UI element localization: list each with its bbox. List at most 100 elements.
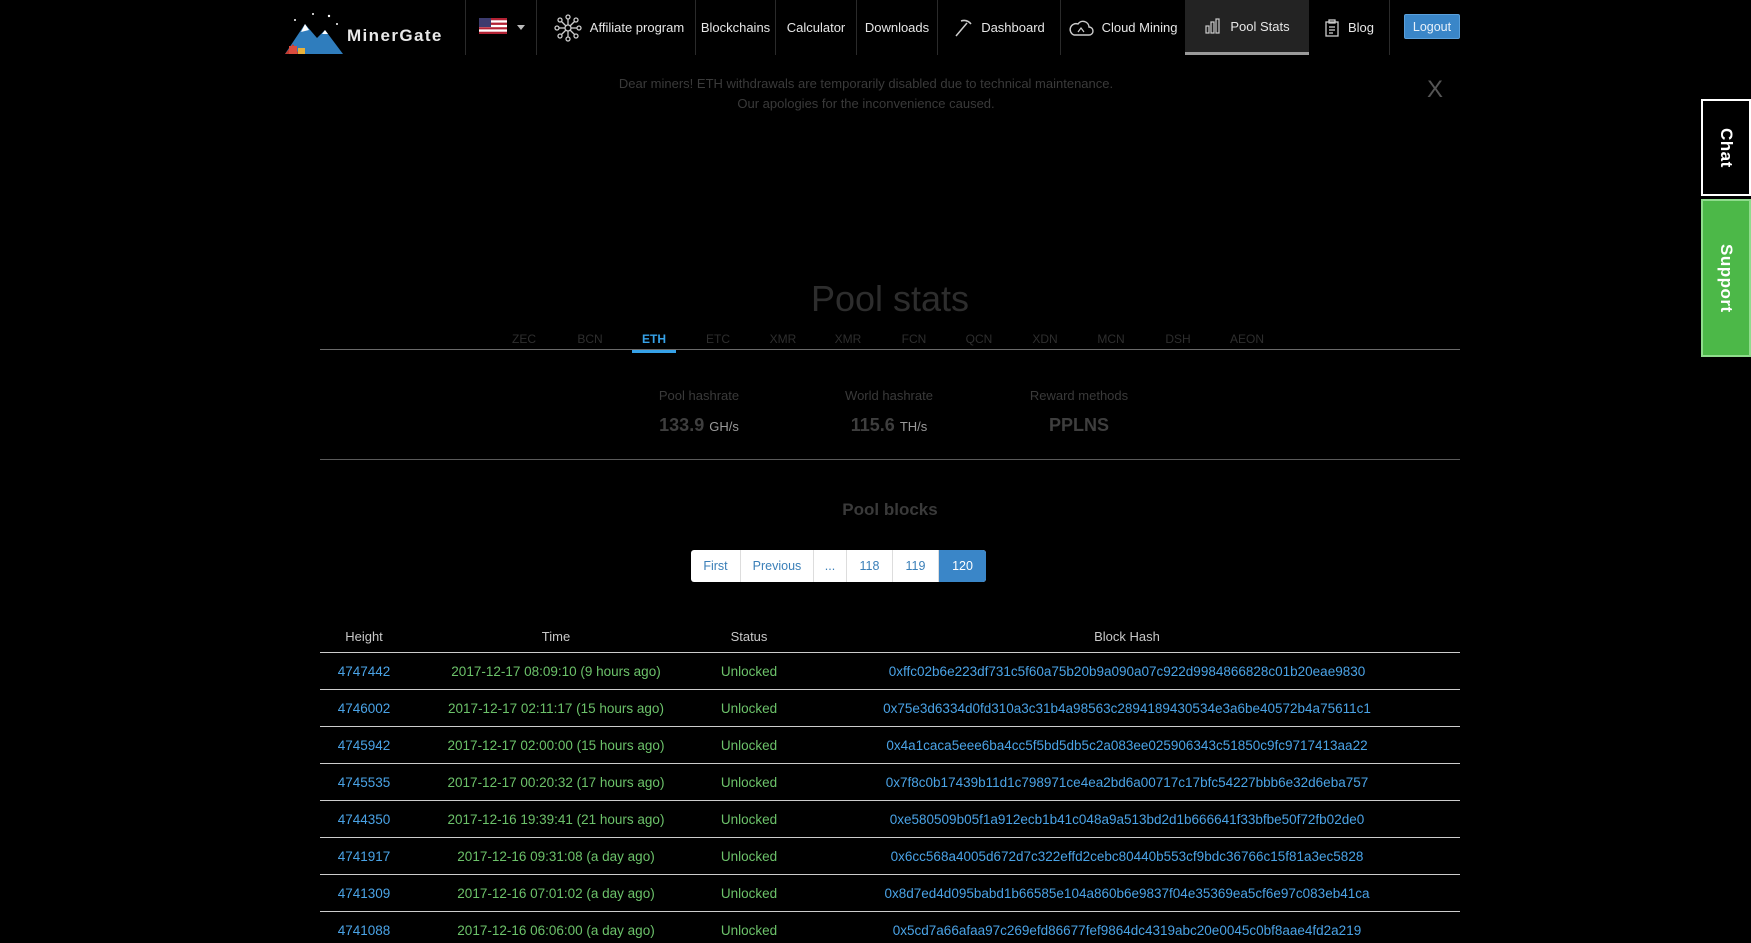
mountain-logo-icon: [285, 13, 343, 54]
block-hash-link[interactable]: 0x7f8c0b17439b11d1c798971ce4ea2bd6a00717…: [794, 775, 1460, 790]
tab-coin[interactable]: XMR: [826, 332, 870, 350]
nav-affiliate-label: Affiliate program: [589, 20, 685, 35]
block-time: 2017-12-17 00:20:32 (17 hours ago): [447, 774, 665, 790]
block-time: 2017-12-17 08:09:10 (9 hours ago): [451, 663, 661, 679]
block-hash-link[interactable]: 0x8d7ed4d095babd1b66585e104a860b6e9837f0…: [794, 886, 1460, 901]
page-button-current[interactable]: 120: [939, 550, 986, 582]
block-hash-link[interactable]: 0xffc02b6e223df731c5f60a75b20b9a090a07c9…: [794, 664, 1460, 679]
table-row: 4741917 2017-12-16 09:31:08 (a day ago) …: [320, 838, 1460, 875]
block-time: 2017-12-16 07:01:02 (a day ago): [457, 885, 655, 901]
close-notice-icon[interactable]: X: [1427, 76, 1443, 104]
pool-hashrate-label: Pool hashrate: [658, 388, 740, 403]
tab-coin[interactable]: BCN: [568, 332, 612, 350]
nav-pool-stats-label: Pool Stats: [1230, 18, 1290, 34]
nav-pool-stats[interactable]: Pool Stats: [1185, 0, 1309, 55]
block-height-link[interactable]: 4741088: [320, 923, 408, 938]
block-status: Unlocked: [720, 848, 778, 864]
block-hash-link[interactable]: 0x4a1caca5eee6ba4cc5f5bd5db5c2a083ee0259…: [794, 738, 1460, 753]
block-status: Unlocked: [720, 922, 778, 938]
block-status: Unlocked: [720, 885, 778, 901]
block-time: 2017-12-17 02:00:00 (15 hours ago): [447, 737, 665, 753]
language-dropdown-caret-icon[interactable]: [517, 25, 525, 30]
network-icon: [554, 13, 582, 42]
tab-coin[interactable]: DSH: [1156, 332, 1200, 350]
tab-coin[interactable]: AEON: [1225, 332, 1269, 350]
nav-calculator[interactable]: Calculator: [776, 0, 856, 55]
block-height-link[interactable]: 4745942: [320, 738, 408, 753]
column-header-time: Time: [541, 628, 571, 644]
page-button[interactable]: 119: [893, 550, 939, 582]
nav-blockchains-label: Blockchains: [700, 20, 771, 35]
support-side-tab[interactable]: Support: [1701, 199, 1751, 357]
nav-dashboard-label: Dashboard: [981, 20, 1045, 35]
nav-dashboard[interactable]: Dashboard: [938, 0, 1060, 55]
nav-blockchains[interactable]: Blockchains: [696, 0, 775, 55]
support-side-tab-label: Support: [1717, 243, 1736, 313]
maintenance-notice: Dear miners! ETH withdrawals are tempora…: [520, 74, 1212, 114]
block-status: Unlocked: [720, 700, 778, 716]
pagination: First Previous ... 118 119 120: [691, 550, 986, 582]
page-button[interactable]: 118: [847, 550, 893, 582]
block-time: 2017-12-16 06:06:00 (a day ago): [457, 922, 655, 938]
tab-coin-active[interactable]: ETH: [632, 332, 676, 353]
tab-coin[interactable]: XMR: [761, 332, 805, 350]
page-first-button[interactable]: First: [691, 550, 741, 582]
tab-coin[interactable]: ZEC: [502, 332, 546, 350]
nav-divider: [536, 0, 537, 55]
tab-coin[interactable]: QCN: [957, 332, 1001, 350]
pool-hashrate-stat: Pool hashrate 133.9 GH/s: [604, 388, 794, 436]
tab-coin[interactable]: ETC: [696, 332, 740, 350]
divider: [320, 459, 1460, 460]
pool-hashrate-value: 133.9: [659, 415, 705, 435]
nav-cloud-mining-label: Cloud Mining: [1101, 20, 1178, 35]
table-header: Height Time Status Block Hash: [320, 620, 1460, 653]
world-hashrate-label: World hashrate: [845, 388, 933, 403]
pickaxe-icon: [955, 19, 972, 36]
page-ellipsis: ...: [814, 550, 847, 582]
nav-downloads[interactable]: Downloads: [857, 0, 937, 55]
tab-coin[interactable]: FCN: [892, 332, 936, 350]
clipboard-icon: [1325, 18, 1339, 37]
block-height-link[interactable]: 4747442: [320, 664, 408, 679]
pool-blocks-title: Pool blocks: [842, 500, 938, 519]
block-height-link[interactable]: 4744350: [320, 812, 408, 827]
reward-methods-value: PPLNS: [1048, 415, 1109, 435]
us-flag-icon[interactable]: [479, 18, 507, 34]
block-hash-link[interactable]: 0xe580509b05f1a912ecb1b41c048a9a513bd2d1…: [794, 812, 1460, 827]
pool-hashrate-unit: GH/s: [709, 419, 739, 434]
world-hashrate-stat: World hashrate 115.6 TH/s: [794, 388, 984, 436]
block-hash-link[interactable]: 0x6cc568a4005d672d7c322effd2cebc80440b55…: [794, 849, 1460, 864]
block-height-link[interactable]: 4741309: [320, 886, 408, 901]
reward-methods-stat: Reward methods PPLNS: [984, 388, 1174, 436]
table-row: 4745535 2017-12-17 00:20:32 (17 hours ag…: [320, 764, 1460, 801]
table-row: 4745942 2017-12-17 02:00:00 (15 hours ag…: [320, 727, 1460, 764]
block-hash-link[interactable]: 0x5cd7a66afaa97c269efd86677fef9864dc4319…: [794, 923, 1460, 938]
logout-button[interactable]: Logout: [1404, 14, 1460, 39]
table-row: 4741309 2017-12-16 07:01:02 (a day ago) …: [320, 875, 1460, 912]
notice-line-2: Our apologies for the inconvenience caus…: [737, 96, 995, 111]
table-row: 4741088 2017-12-16 06:06:00 (a day ago) …: [320, 912, 1460, 943]
tab-coin[interactable]: MCN: [1089, 332, 1133, 350]
nav-cloud-mining[interactable]: Cloud Mining: [1061, 0, 1184, 55]
block-height-link[interactable]: 4741917: [320, 849, 408, 864]
chat-side-tab[interactable]: Chat: [1701, 99, 1751, 196]
nav-blog-label: Blog: [1347, 20, 1375, 35]
nav-affiliate-program[interactable]: Affiliate program: [544, 0, 694, 55]
table-row: 4747442 2017-12-17 08:09:10 (9 hours ago…: [320, 653, 1460, 690]
top-navigation: MinerGate Affiliate program Blockchains: [0, 0, 1751, 55]
block-height-link[interactable]: 4746002: [320, 701, 408, 716]
cloud-icon: [1069, 20, 1094, 36]
block-height-link[interactable]: 4745535: [320, 775, 408, 790]
world-hashrate-value: 115.6: [850, 415, 895, 435]
nav-downloads-label: Downloads: [864, 20, 930, 35]
page-title: Pool stats: [810, 278, 970, 319]
coin-tabs: ZEC BCN ETH ETC XMR XMR FCN QCN XDN MCN …: [320, 322, 1460, 353]
block-time: 2017-12-16 19:39:41 (21 hours ago): [447, 811, 665, 827]
block-hash-link[interactable]: 0x75e3d6334d0fd310a3c31b4a98563c28941894…: [794, 701, 1460, 716]
block-time: 2017-12-16 09:31:08 (a day ago): [457, 848, 655, 864]
nav-blog[interactable]: Blog: [1310, 0, 1388, 55]
page-previous-button[interactable]: Previous: [741, 550, 814, 582]
tab-coin[interactable]: XDN: [1023, 332, 1067, 350]
nav-divider: [465, 0, 466, 55]
logo[interactable]: MinerGate: [283, 9, 463, 57]
